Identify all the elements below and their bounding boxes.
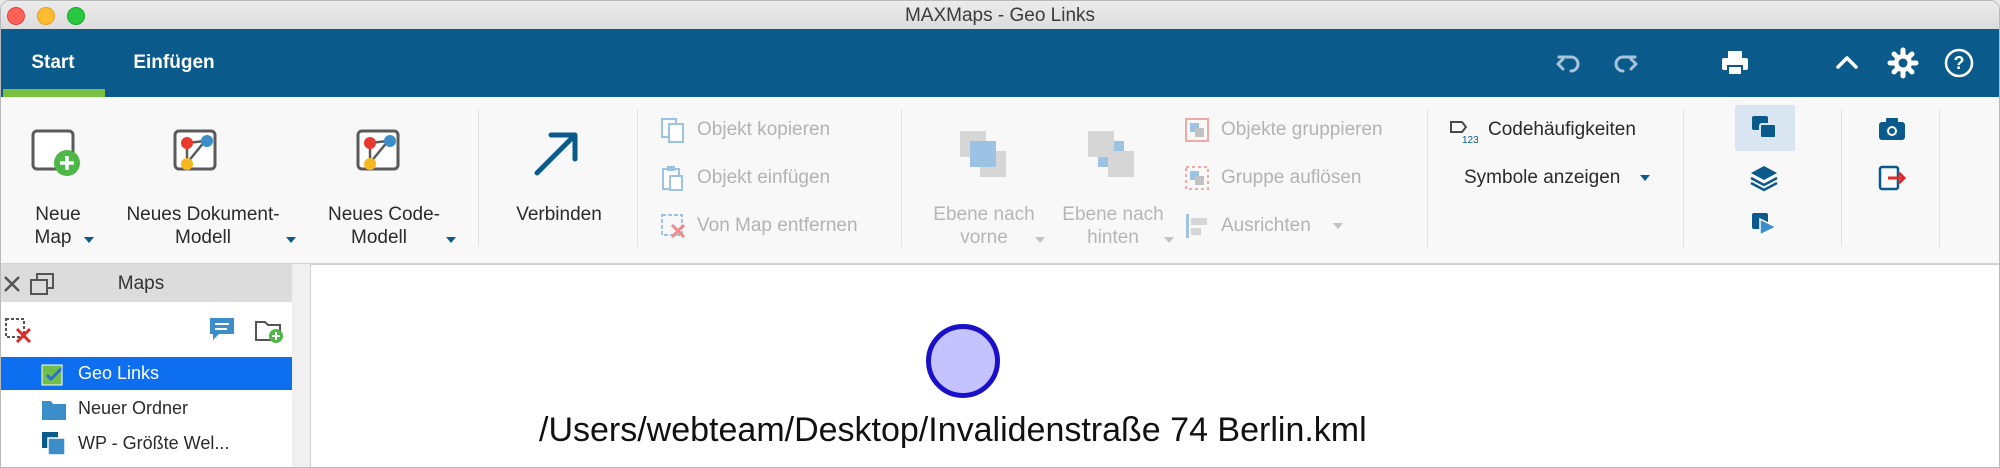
bring-forward-dropdown-icon[interactable] (1035, 237, 1045, 243)
ribbon-separator (1939, 109, 1940, 247)
tree-item-wp-groesste-wel[interactable]: WP - Größte Wel... (1, 427, 292, 460)
presentation-mode-icon[interactable] (1748, 209, 1780, 241)
connect-arrow-icon (534, 132, 578, 176)
bring-forward-icon (960, 131, 1006, 177)
send-backward-dropdown-icon[interactable] (1164, 237, 1174, 243)
map-node-circle[interactable] (926, 324, 1000, 398)
map-icon (41, 363, 67, 386)
redo-icon[interactable] (1609, 47, 1641, 79)
send-backward-icon (1088, 131, 1134, 177)
ribbon-separator (478, 109, 479, 247)
overlap-windows-icon (1752, 116, 1777, 139)
ribbon-tab-bar: Start Einfügen ? (1, 29, 1999, 97)
connect-label: Verbinden (516, 204, 602, 225)
memo-icon[interactable] (207, 315, 237, 343)
send-backward-label-1: Ebene nach (1062, 204, 1164, 225)
undock-panel-icon[interactable] (29, 272, 55, 296)
export-icon[interactable] (1876, 163, 1908, 193)
svg-text:123: 123 (1462, 135, 1478, 144)
tree-item-label: Geo Links (78, 363, 160, 383)
new-code-model-label-2: Modell (351, 227, 407, 248)
ribbon-separator (1683, 109, 1684, 247)
remove-from-map-label: Von Map entfernen (697, 215, 858, 236)
ribbon-separator (901, 109, 902, 247)
group-objects-icon (1185, 118, 1209, 142)
copy-object-button[interactable]: Objekt kopieren (659, 115, 830, 145)
ribbon-separator (1841, 109, 1842, 247)
ungroup-button[interactable]: Gruppe auflösen (1183, 163, 1362, 193)
new-code-model-dropdown-icon[interactable] (446, 237, 456, 243)
map-node-label[interactable]: /Users/webteam/Desktop/Invalidenstraße 7… (539, 411, 1367, 450)
delete-map-icon[interactable] (4, 317, 32, 343)
new-code-model-label-1: Neues Code- (328, 204, 440, 225)
code-model-icon (356, 129, 400, 171)
bring-forward-label-1: Ebene nach (933, 204, 1035, 225)
paste-object-label: Objekt einfügen (697, 167, 831, 188)
folder-icon (42, 401, 66, 420)
bring-forward-label-2: vorne (960, 227, 1008, 248)
copy-object-icon (661, 118, 684, 143)
tree-item-neuer-ordner[interactable]: Neuer Ordner (1, 392, 292, 425)
active-tab-indicator (3, 89, 105, 97)
collapse-ribbon-icon[interactable] (1831, 47, 1863, 79)
code-frequencies-label: Codehäufigkeiten (1488, 119, 1636, 140)
new-map-label-1: Neue (35, 204, 81, 225)
tree-item-geo-links[interactable]: Geo Links (1, 357, 292, 390)
settings-icon[interactable] (1887, 47, 1919, 79)
panel-splitter[interactable] (292, 264, 310, 467)
tab-einfuegen[interactable]: Einfügen (119, 29, 229, 97)
print-icon[interactable] (1719, 47, 1751, 79)
ribbon: Neue Map Neues Dokument- Modell Neues Co… (1, 97, 1999, 264)
maps-panel-header: Maps (1, 264, 292, 302)
align-label: Ausrichten (1221, 215, 1311, 236)
close-panel-icon[interactable] (3, 275, 21, 293)
maps-panel: Maps Geo Links Neuer Ordner WP - Größte … (1, 264, 292, 467)
new-folder-icon[interactable] (254, 316, 284, 344)
code-frequencies-button[interactable]: 123 Codehäufigkeiten (1448, 115, 1636, 145)
align-button[interactable]: Ausrichten (1183, 211, 1343, 241)
group-objects-label: Objekte gruppieren (1221, 119, 1383, 140)
paste-object-button[interactable]: Objekt einfügen (659, 163, 830, 193)
new-document-model-label-2: Modell (175, 227, 231, 248)
window-title: MAXMaps - Geo Links (904, 5, 1096, 26)
new-map-label-2: Map (34, 227, 72, 248)
show-symbols-label: Symbole anzeigen (1464, 167, 1621, 188)
align-icon (1186, 214, 1207, 238)
ribbon-separator (637, 109, 638, 247)
ribbon-separator (1427, 109, 1428, 247)
tree-item-label: WP - Größte Wel... (78, 433, 230, 453)
title-bar: MAXMaps - Geo Links (1, 1, 1999, 30)
map-stack-icon (42, 432, 66, 456)
new-map-dropdown-icon[interactable] (84, 237, 94, 243)
show-symbols-dropdown[interactable]: Symbole anzeigen (1454, 163, 1651, 193)
new-document-model-dropdown-icon[interactable] (286, 237, 296, 243)
tab-start[interactable]: Start (1, 29, 105, 97)
ungroup-icon (1185, 166, 1209, 190)
copy-object-label: Objekt kopieren (697, 119, 831, 140)
undo-icon[interactable] (1553, 47, 1585, 79)
help-icon[interactable]: ? (1943, 47, 1975, 79)
remove-from-map-icon (661, 214, 686, 239)
align-dropdown-icon[interactable] (1332, 223, 1343, 229)
svg-text:?: ? (1954, 53, 1965, 73)
tree-item-label: Neuer Ordner (78, 398, 189, 418)
layers-icon[interactable] (1748, 163, 1780, 193)
paste-object-icon (662, 166, 683, 191)
code-frequencies-icon: 123 (1450, 121, 1478, 144)
remove-from-map-button[interactable]: Von Map entfernen (659, 211, 858, 241)
new-map-icon (31, 129, 80, 176)
overlap-view-toggle[interactable] (1735, 105, 1795, 151)
ungroup-label: Gruppe auflösen (1221, 167, 1362, 188)
app-window: MAXMaps - Geo Links Start Einfügen ? Neu… (0, 0, 2000, 468)
maps-panel-title: Maps (117, 273, 165, 294)
group-objects-button[interactable]: Objekte gruppieren (1183, 115, 1383, 145)
document-model-icon (173, 129, 217, 171)
send-backward-label-2: hinten (1087, 227, 1139, 248)
show-symbols-dropdown-icon[interactable] (1640, 175, 1651, 181)
new-document-model-label-1: Neues Dokument- (126, 204, 280, 225)
screenshot-icon[interactable] (1876, 115, 1908, 143)
